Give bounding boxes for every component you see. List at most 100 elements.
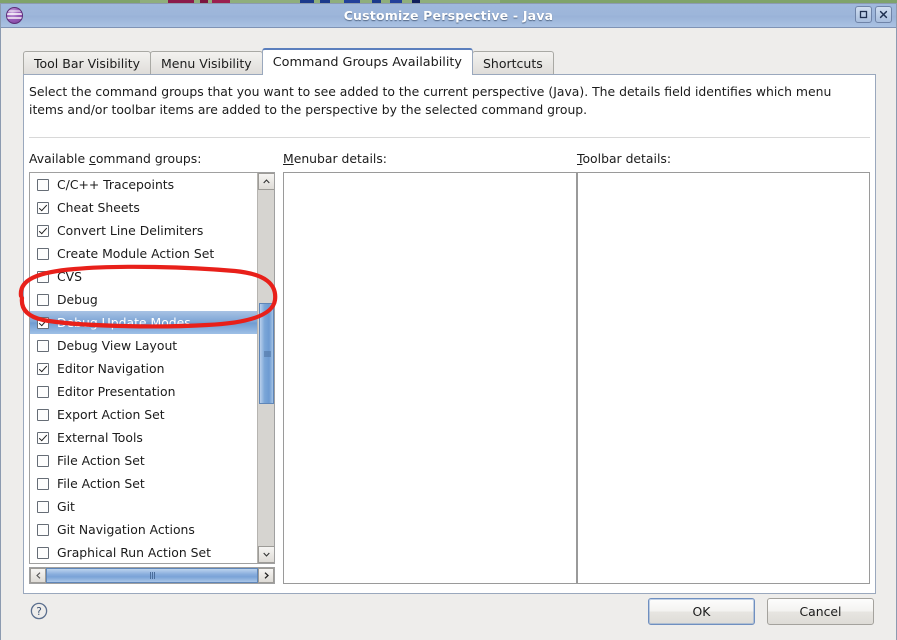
list-item-label: Cheat Sheets [57, 200, 140, 215]
list-item[interactable]: Git Navigation Actions [30, 518, 257, 541]
list-item-label: Debug Update Modes [57, 315, 191, 330]
scroll-up-button[interactable] [258, 173, 274, 190]
checkbox-unchecked[interactable] [37, 523, 49, 536]
help-icon: ? [30, 602, 48, 620]
list-item[interactable]: File Action Set [30, 472, 257, 495]
list-item-label: Editor Navigation [57, 361, 165, 376]
list-item-label: Debug [57, 292, 98, 307]
list-item-label: File Action Set [57, 453, 145, 468]
available-command-groups-label: Available command groups: [29, 151, 201, 166]
maximize-icon [859, 10, 868, 19]
list-item-selected[interactable]: Debug Update Modes [30, 311, 257, 334]
list-item-label: Git Navigation Actions [57, 522, 195, 537]
menubar-details-label: Menubar details: [283, 151, 387, 166]
checkbox-unchecked[interactable] [37, 293, 49, 306]
scrollbar-grip-icon [264, 351, 271, 356]
close-button[interactable] [875, 6, 892, 23]
list-item[interactable]: File Action Set [30, 449, 257, 472]
label-text-post: oolbar details: [582, 151, 672, 166]
chevron-right-icon [264, 572, 269, 579]
checkbox-checked[interactable] [37, 362, 49, 375]
list-item[interactable]: Editor Navigation [30, 357, 257, 380]
toolbar-details-label: Toolbar details: [577, 151, 671, 166]
checkbox-checked[interactable] [37, 431, 49, 444]
list-item[interactable]: External Tools [30, 426, 257, 449]
checkbox-unchecked[interactable] [37, 454, 49, 467]
separator [29, 137, 870, 138]
close-icon [879, 10, 888, 19]
window-controls [855, 6, 892, 23]
label-text-pre: Available [29, 151, 90, 166]
dialog-title: Customize Perspective - Java [343, 8, 554, 23]
checkbox-unchecked[interactable] [37, 546, 49, 559]
checkbox-unchecked[interactable] [37, 385, 49, 398]
panel-description: Select the command groups that you want … [29, 84, 832, 117]
list-item[interactable]: Debug View Layout [30, 334, 257, 357]
list-item-label: C/C++ Tracepoints [57, 177, 175, 192]
chevron-left-icon [35, 572, 40, 579]
checkbox-unchecked[interactable] [37, 270, 49, 283]
command-groups-panel: Select the command groups that you want … [23, 74, 876, 594]
checkbox-unchecked[interactable] [37, 500, 49, 513]
scroll-left-button[interactable] [30, 568, 46, 583]
tab-shortcuts[interactable]: Shortcuts [471, 51, 554, 75]
tab-bar: Tool Bar Visibility Menu Visibility Comm… [23, 48, 554, 75]
dialog-body: Tool Bar Visibility Menu Visibility Comm… [1, 28, 896, 640]
list-items-container[interactable]: C/C++ Tracepoints Cheat Sheets Convert Lin… [30, 173, 257, 563]
screen: Customize Perspective - Java Tool Bar Vi… [0, 0, 897, 640]
list-vertical-scrollbar[interactable] [257, 173, 274, 563]
list-item[interactable]: Convert Line Delimiters [30, 219, 257, 242]
label-mnemonic: M [283, 151, 294, 166]
list-item[interactable]: CVS [30, 265, 257, 288]
checkbox-checked[interactable] [37, 224, 49, 237]
svg-text:?: ? [36, 606, 42, 618]
list-item[interactable]: Editor Presentation [30, 380, 257, 403]
cancel-button[interactable]: Cancel [767, 598, 874, 625]
checkbox-checked[interactable] [37, 316, 49, 329]
list-item-label: Create Module Action Set [57, 246, 215, 261]
list-item[interactable]: Export Action Set [30, 403, 257, 426]
list-item-label: Git [57, 499, 75, 514]
scroll-right-button[interactable] [258, 568, 274, 583]
chevron-up-icon [263, 179, 270, 184]
list-item-label: External Tools [57, 430, 143, 445]
customize-perspective-dialog: Customize Perspective - Java Tool Bar Vi… [0, 3, 897, 640]
list-item[interactable]: Create Module Action Set [30, 242, 257, 265]
eclipse-sphere-icon [6, 7, 23, 24]
list-item-label: Editor Presentation [57, 384, 176, 399]
list-item[interactable]: Cheat Sheets [30, 196, 257, 219]
tab-menu-visibility[interactable]: Menu Visibility [150, 51, 263, 75]
chevron-down-icon [263, 552, 270, 557]
checkbox-unchecked[interactable] [37, 178, 49, 191]
label-text-post: enubar details: [293, 151, 387, 166]
list-item[interactable]: Graphical Run Action Set [30, 541, 257, 563]
checkbox-checked[interactable] [37, 201, 49, 214]
help-button[interactable]: ? [30, 602, 48, 620]
list-item[interactable]: Debug [30, 288, 257, 311]
list-item-label: Graphical Run Action Set [57, 545, 212, 560]
list-item-label: Convert Line Delimiters [57, 223, 204, 238]
dialog-titlebar[interactable]: Customize Perspective - Java [1, 4, 896, 28]
checkbox-unchecked[interactable] [37, 408, 49, 421]
checkbox-unchecked[interactable] [37, 477, 49, 490]
hscrollbar-grip-icon [149, 572, 155, 579]
list-horizontal-scrollbar[interactable] [29, 567, 275, 584]
list-item[interactable]: C/C++ Tracepoints [30, 173, 257, 196]
checkbox-unchecked[interactable] [37, 339, 49, 352]
toolbar-details-pane[interactable] [577, 172, 870, 584]
available-command-groups-list[interactable]: C/C++ Tracepoints Cheat Sheets Convert Lin… [29, 172, 275, 564]
list-item-label: Debug View Layout [57, 338, 178, 353]
tab-command-groups-availability[interactable]: Command Groups Availability [261, 48, 473, 75]
tab-tool-bar-visibility[interactable]: Tool Bar Visibility [23, 51, 151, 75]
ok-button[interactable]: OK [648, 598, 755, 625]
maximize-button[interactable] [855, 6, 872, 23]
list-item-label: File Action Set [57, 476, 145, 491]
checkbox-unchecked[interactable] [37, 247, 49, 260]
label-mnemonic: c [89, 151, 96, 166]
hscrollbar-thumb[interactable] [46, 568, 258, 583]
dialog-buttons: OK Cancel [648, 598, 874, 625]
menubar-details-pane[interactable] [283, 172, 577, 584]
list-item[interactable]: Git [30, 495, 257, 518]
scroll-down-button[interactable] [258, 546, 274, 563]
scrollbar-thumb[interactable] [259, 303, 274, 404]
